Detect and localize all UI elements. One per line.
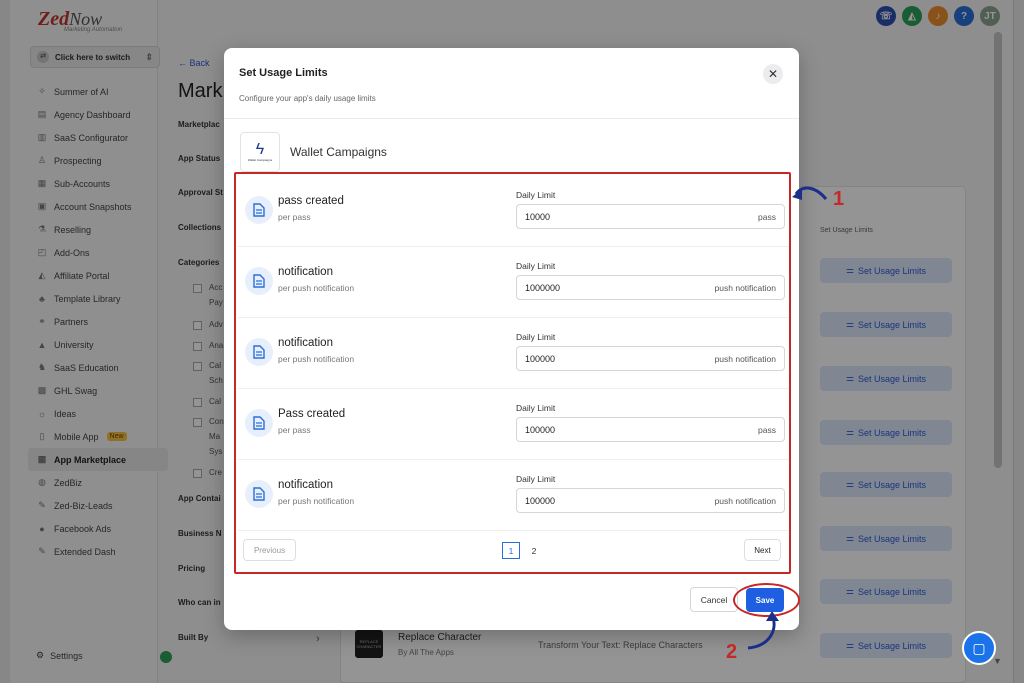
daily-limit-suffix: push notification — [714, 282, 776, 293]
daily-limit-label: Daily Limit — [516, 474, 556, 484]
usage-limit-row: notification per push notification Daily L… — [238, 460, 789, 531]
scroll-down-icon[interactable]: ▼ — [993, 656, 1002, 666]
divider — [224, 118, 799, 119]
usage-limits-list: pass created per pass Daily Limit 10000 pass… — [234, 172, 791, 574]
usage-limit-row: pass created per pass Daily Limit 10000 pass — [238, 176, 789, 247]
usage-limit-row: Pass created per pass Daily Limit 100000 pas… — [238, 389, 789, 460]
daily-limit-suffix: push notification — [714, 495, 776, 506]
chat-widget-button[interactable]: ▢ — [962, 631, 996, 665]
next-page-button[interactable]: Next — [744, 539, 781, 561]
daily-limit-label: Daily Limit — [516, 332, 556, 342]
document-icon — [245, 267, 273, 295]
limit-event-name: notification — [278, 337, 333, 349]
previous-page-button[interactable]: Previous — [243, 539, 296, 561]
usage-limit-row: notification per push notification Daily L… — [238, 318, 789, 389]
modal-title: Set Usage Limits — [239, 67, 328, 79]
limit-event-unit: per pass — [278, 212, 311, 222]
wallet-bolt-icon: ϟ — [255, 141, 265, 158]
document-icon — [245, 338, 273, 366]
daily-limit-input[interactable]: 1000000 push notification — [516, 275, 785, 300]
limit-event-name: notification — [278, 266, 333, 278]
pagination: Previous 1 2 Next — [238, 529, 789, 572]
limit-event-unit: per push notification — [278, 496, 355, 506]
page-2-button[interactable]: 2 — [525, 542, 543, 559]
cancel-button[interactable]: Cancel — [690, 587, 738, 612]
step-2-callout: 2 — [726, 641, 738, 663]
daily-limit-suffix: pass — [758, 211, 776, 222]
daily-limit-label: Daily Limit — [516, 261, 556, 271]
usage-limits-modal: Set Usage Limits Configure your app's da… — [224, 48, 800, 630]
limit-event-unit: per pass — [278, 425, 311, 435]
app-logo-text: Wallet Campaigns — [247, 158, 273, 162]
step-1-callout: 1 — [833, 188, 845, 210]
daily-limit-value: 100000 — [525, 353, 556, 364]
daily-limit-value: 10000 — [525, 211, 551, 222]
daily-limit-value: 100000 — [525, 424, 556, 435]
daily-limit-value: 100000 — [525, 495, 556, 506]
document-icon — [245, 409, 273, 437]
daily-limit-label: Daily Limit — [516, 190, 556, 200]
daily-limit-value: 1000000 — [525, 282, 561, 293]
document-icon — [245, 480, 273, 508]
usage-limit-row: notification per push notification Daily L… — [238, 247, 789, 318]
daily-limit-input[interactable]: 100000 push notification — [516, 488, 785, 513]
modal-subtitle: Configure your app's daily usage limits — [239, 94, 376, 103]
daily-limit-input[interactable]: 100000 push notification — [516, 346, 785, 371]
app-name: Wallet Campaigns — [290, 145, 387, 159]
daily-limit-suffix: pass — [758, 424, 776, 435]
limit-event-unit: per push notification — [278, 283, 355, 293]
daily-limit-input[interactable]: 100000 pass — [516, 417, 785, 442]
daily-limit-label: Daily Limit — [516, 403, 556, 413]
save-button[interactable]: Save — [746, 588, 784, 612]
app-logo: ϟ Wallet Campaigns — [240, 132, 280, 172]
document-icon — [245, 196, 273, 224]
daily-limit-suffix: push notification — [714, 353, 776, 364]
limit-event-name: notification — [278, 479, 333, 491]
daily-limit-input[interactable]: 10000 pass — [516, 204, 785, 229]
limit-event-name: Pass created — [278, 408, 346, 420]
page-1-button[interactable]: 1 — [502, 542, 520, 559]
limit-event-name: pass created — [278, 195, 344, 207]
close-icon[interactable]: ✕ — [763, 64, 783, 84]
limit-event-unit: per push notification — [278, 354, 355, 364]
